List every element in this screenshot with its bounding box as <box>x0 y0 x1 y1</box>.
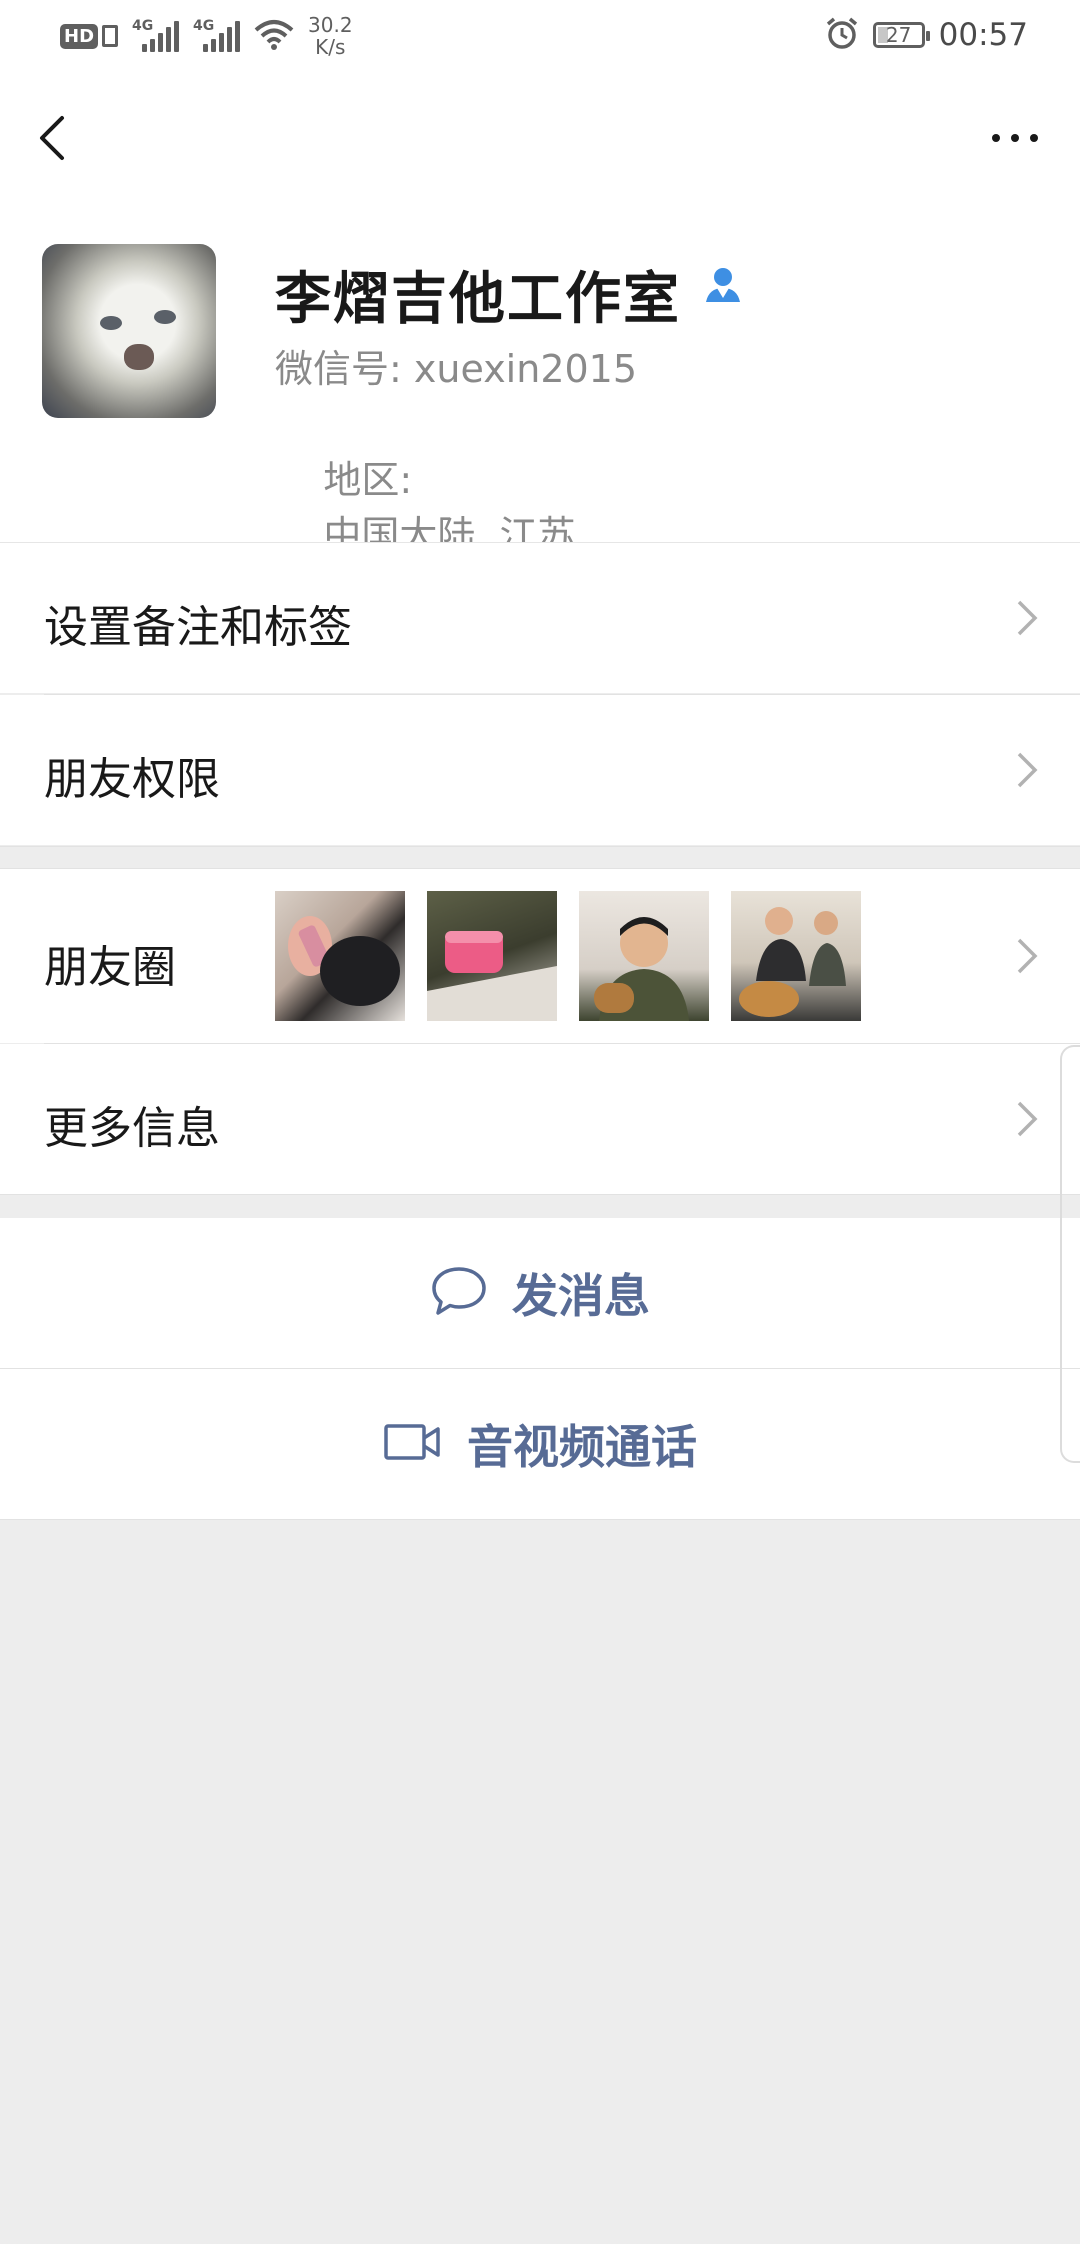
status-bar: HD 4G 4G 30.2 K/s 27 00:57 <box>0 0 1080 72</box>
wifi-icon <box>254 18 294 54</box>
chevron-left-icon[interactable] <box>30 108 80 168</box>
network-type-2: 4G <box>193 18 215 34</box>
wechat-id: xuexin2015 <box>413 347 638 391</box>
moments-photo-1 <box>275 891 405 1021</box>
friend-permissions-label: 朋友权限 <box>44 754 220 805</box>
divider <box>0 1519 1080 1520</box>
more-info-row[interactable]: 更多信息 <box>0 1044 1080 1194</box>
verified-person-icon <box>703 264 743 308</box>
moments-label: 朋友圈 <box>44 942 176 993</box>
hd-indicator: HD <box>60 23 119 49</box>
chevron-right-icon <box>1017 938 1038 974</box>
alarm-icon <box>825 16 859 54</box>
battery-icon: 27 <box>872 22 930 48</box>
signal-icon: 4G <box>132 18 180 52</box>
wechat-id-label: 微信号: <box>275 347 402 391</box>
divider <box>0 846 1080 847</box>
more-info-label: 更多信息 <box>44 1103 220 1154</box>
speed-unit: K/s <box>315 35 346 59</box>
video-camera-icon <box>383 1422 443 1466</box>
friend-permissions-row[interactable]: 朋友权限 <box>0 695 1080 845</box>
video-call-button[interactable]: 音视频通话 <box>0 1369 1080 1519</box>
signal-icon-2: 4G <box>193 18 241 52</box>
chevron-right-icon <box>1017 752 1038 788</box>
chat-bubble-icon <box>430 1265 488 1321</box>
contact-name: 李熠吉他工作室 <box>275 267 681 332</box>
send-message-button[interactable]: 发消息 <box>0 1218 1080 1368</box>
navigation-bar <box>0 72 1080 202</box>
moments-photo-2 <box>427 891 557 1021</box>
wechat-id-line: 微信号: xuexin2015 <box>275 338 637 393</box>
send-message-label: 发消息 <box>512 1269 650 1323</box>
chevron-right-icon <box>1017 600 1038 636</box>
clock: 00:57 <box>938 17 1028 53</box>
hd-label: HD <box>60 23 99 49</box>
edge-scroll-handle[interactable] <box>1060 1045 1080 1463</box>
speed-value: 30.2 <box>308 13 353 37</box>
network-speed: 30.2 K/s <box>308 14 353 58</box>
network-type-1: 4G <box>132 18 154 34</box>
remark-tags-label: 设置备注和标签 <box>44 602 352 653</box>
profile-header: 李熠吉他工作室 微信号: xuexin2015 地区: 中国大陆 江苏 <box>0 202 1080 557</box>
ellipsis-icon[interactable] <box>980 108 1050 168</box>
remark-tags-row[interactable]: 设置备注和标签 <box>0 543 1080 693</box>
moments-row[interactable]: 朋友圈 <box>0 869 1080 1043</box>
avatar[interactable] <box>42 244 216 418</box>
moments-photo-4 <box>731 891 861 1021</box>
video-call-label: 音视频通话 <box>467 1420 697 1474</box>
region-label: 地区: <box>323 458 413 502</box>
chevron-right-icon <box>1017 1101 1038 1137</box>
battery-level: 27 <box>885 23 912 47</box>
divider <box>0 1194 1080 1195</box>
moments-photo-3 <box>579 891 709 1021</box>
